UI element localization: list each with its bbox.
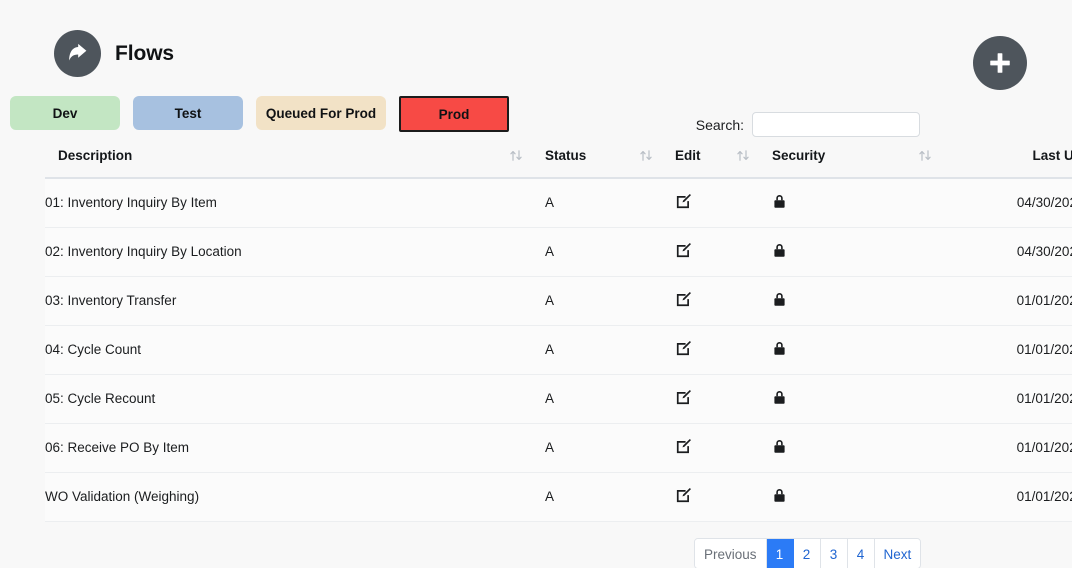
sort-updown-icon-edit[interactable] bbox=[736, 149, 772, 162]
cell-last-updated: 04/30/2023 11:25 PM bbox=[954, 178, 1072, 228]
lock-icon[interactable] bbox=[772, 438, 787, 455]
cell-status: A bbox=[545, 276, 675, 326]
table-body: 01: Inventory Inquiry By ItemA04/30/2023… bbox=[45, 178, 1072, 522]
column-label-security: Security bbox=[772, 148, 826, 163]
pencil-square-icon[interactable] bbox=[675, 242, 692, 259]
cell-last-updated: 01/01/2023 10:10 AM bbox=[954, 276, 1072, 326]
column-header-description[interactable]: Description bbox=[45, 148, 545, 179]
column-label-last-updated: Last Updated bbox=[1032, 148, 1072, 163]
table-row[interactable]: 05: Cycle RecountA 01/01/2023 10:10 AM bbox=[45, 374, 1072, 424]
cell-description: 02: Inventory Inquiry By Location bbox=[45, 227, 545, 277]
column-header-security[interactable]: Security bbox=[772, 148, 954, 179]
pencil-square-icon[interactable] bbox=[675, 291, 692, 308]
page-header: Flows bbox=[0, 0, 1072, 92]
cell-description: 06: Receive PO By Item bbox=[45, 423, 545, 473]
table-row[interactable]: 03: Inventory TransferA 01/01/2023 10:10 … bbox=[45, 276, 1072, 326]
table-header-row: Description Status Edit Security Last U bbox=[45, 148, 1072, 179]
lock-icon[interactable] bbox=[772, 291, 787, 308]
cell-status: A bbox=[545, 325, 675, 375]
table-row[interactable]: 02: Inventory Inquiry By Location A 04/30/… bbox=[45, 227, 1072, 277]
cell-status: A bbox=[545, 227, 675, 277]
env-tab-prod[interactable]: Prod bbox=[399, 96, 509, 132]
flows-table-container: Description Status Edit Security Last U … bbox=[45, 148, 1072, 522]
page-title: Flows bbox=[115, 41, 175, 65]
sort-updown-icon-status[interactable] bbox=[639, 149, 675, 162]
pencil-square-icon[interactable] bbox=[675, 438, 692, 455]
column-label-description: Description bbox=[58, 148, 133, 163]
share-forward-arrow-icon bbox=[54, 30, 101, 77]
pencil-square-icon[interactable] bbox=[675, 340, 692, 357]
column-label-edit: Edit bbox=[675, 148, 701, 163]
search-area: Search: bbox=[696, 112, 920, 137]
lock-icon[interactable] bbox=[772, 242, 787, 259]
cell-last-updated: 04/30/2023 11:25 PM bbox=[954, 227, 1072, 277]
table-row[interactable]: 04: Cycle CountA 01/01/2023 10:10 AM bbox=[45, 325, 1072, 375]
cell-status: A bbox=[545, 374, 675, 424]
pagination-page-4[interactable]: 4 bbox=[847, 539, 875, 568]
brand-area: Flows bbox=[54, 30, 174, 77]
cell-description: 04: Cycle Count bbox=[45, 325, 545, 375]
pencil-square-icon[interactable] bbox=[675, 389, 692, 406]
plus-icon bbox=[985, 48, 1015, 78]
column-label-status: Status bbox=[545, 148, 587, 163]
env-tab-queued-for-prod[interactable]: Queued For Prod bbox=[256, 96, 386, 130]
lock-icon[interactable] bbox=[772, 340, 787, 357]
pagination-page-3[interactable]: 3 bbox=[820, 539, 848, 568]
pagination: Previous 1 2 3 4 Next bbox=[694, 538, 922, 568]
sort-updown-icon-security[interactable] bbox=[918, 149, 954, 162]
flows-page: Flows Dev Test Queued For Prod Prod Sear… bbox=[0, 0, 1072, 568]
table-head: Description Status Edit Security Last U bbox=[45, 148, 1072, 179]
cell-description: 05: Cycle Recount bbox=[45, 374, 545, 424]
pagination-previous[interactable]: Previous bbox=[695, 539, 767, 568]
env-tab-dev[interactable]: Dev bbox=[10, 96, 120, 130]
cell-last-updated: 01/01/2023 10:10 AM bbox=[954, 423, 1072, 473]
cell-description: 01: Inventory Inquiry By Item bbox=[45, 178, 545, 228]
pagination-page-1[interactable]: 1 bbox=[766, 539, 794, 568]
pagination-next[interactable]: Next bbox=[874, 539, 921, 568]
pencil-square-icon[interactable] bbox=[675, 193, 692, 210]
lock-icon[interactable] bbox=[772, 487, 787, 504]
sort-updown-icon-description[interactable] bbox=[509, 149, 545, 162]
cell-last-updated: 01/01/2023 10:10 AM bbox=[954, 374, 1072, 424]
lock-icon[interactable] bbox=[772, 389, 787, 406]
flows-table: Description Status Edit Security Last U … bbox=[45, 148, 1072, 522]
cell-last-updated: 01/01/2023 10:10 AM bbox=[954, 472, 1072, 522]
cell-description: WO Validation (Weighing) bbox=[45, 472, 545, 522]
cell-last-updated: 01/01/2023 10:10 AM bbox=[954, 325, 1072, 375]
column-header-status[interactable]: Status bbox=[545, 148, 675, 179]
lock-icon[interactable] bbox=[772, 193, 787, 210]
add-flow-button[interactable] bbox=[973, 36, 1027, 90]
column-header-last-updated[interactable]: Last Updated bbox=[954, 148, 1072, 179]
cell-description: 03: Inventory Transfer bbox=[45, 276, 545, 326]
cell-status: A bbox=[545, 472, 675, 522]
search-label: Search: bbox=[695, 116, 744, 133]
table-row[interactable]: 01: Inventory Inquiry By ItemA 04/30/2023… bbox=[45, 178, 1072, 228]
pencil-square-icon[interactable] bbox=[675, 487, 692, 504]
env-tab-test[interactable]: Test bbox=[133, 96, 243, 130]
table-row[interactable]: WO Validation (Weighing)A 01/01/2023 10:1… bbox=[45, 472, 1072, 522]
column-header-edit[interactable]: Edit bbox=[675, 148, 772, 179]
pagination-page-2[interactable]: 2 bbox=[793, 539, 821, 568]
table-row[interactable]: 06: Receive PO By ItemA 01/01/2023 10:10 … bbox=[45, 423, 1072, 473]
search-input[interactable] bbox=[752, 112, 920, 137]
environment-tabs: Dev Test Queued For Prod Prod bbox=[10, 96, 509, 132]
cell-status: A bbox=[545, 423, 675, 473]
cell-status: A bbox=[545, 178, 675, 228]
